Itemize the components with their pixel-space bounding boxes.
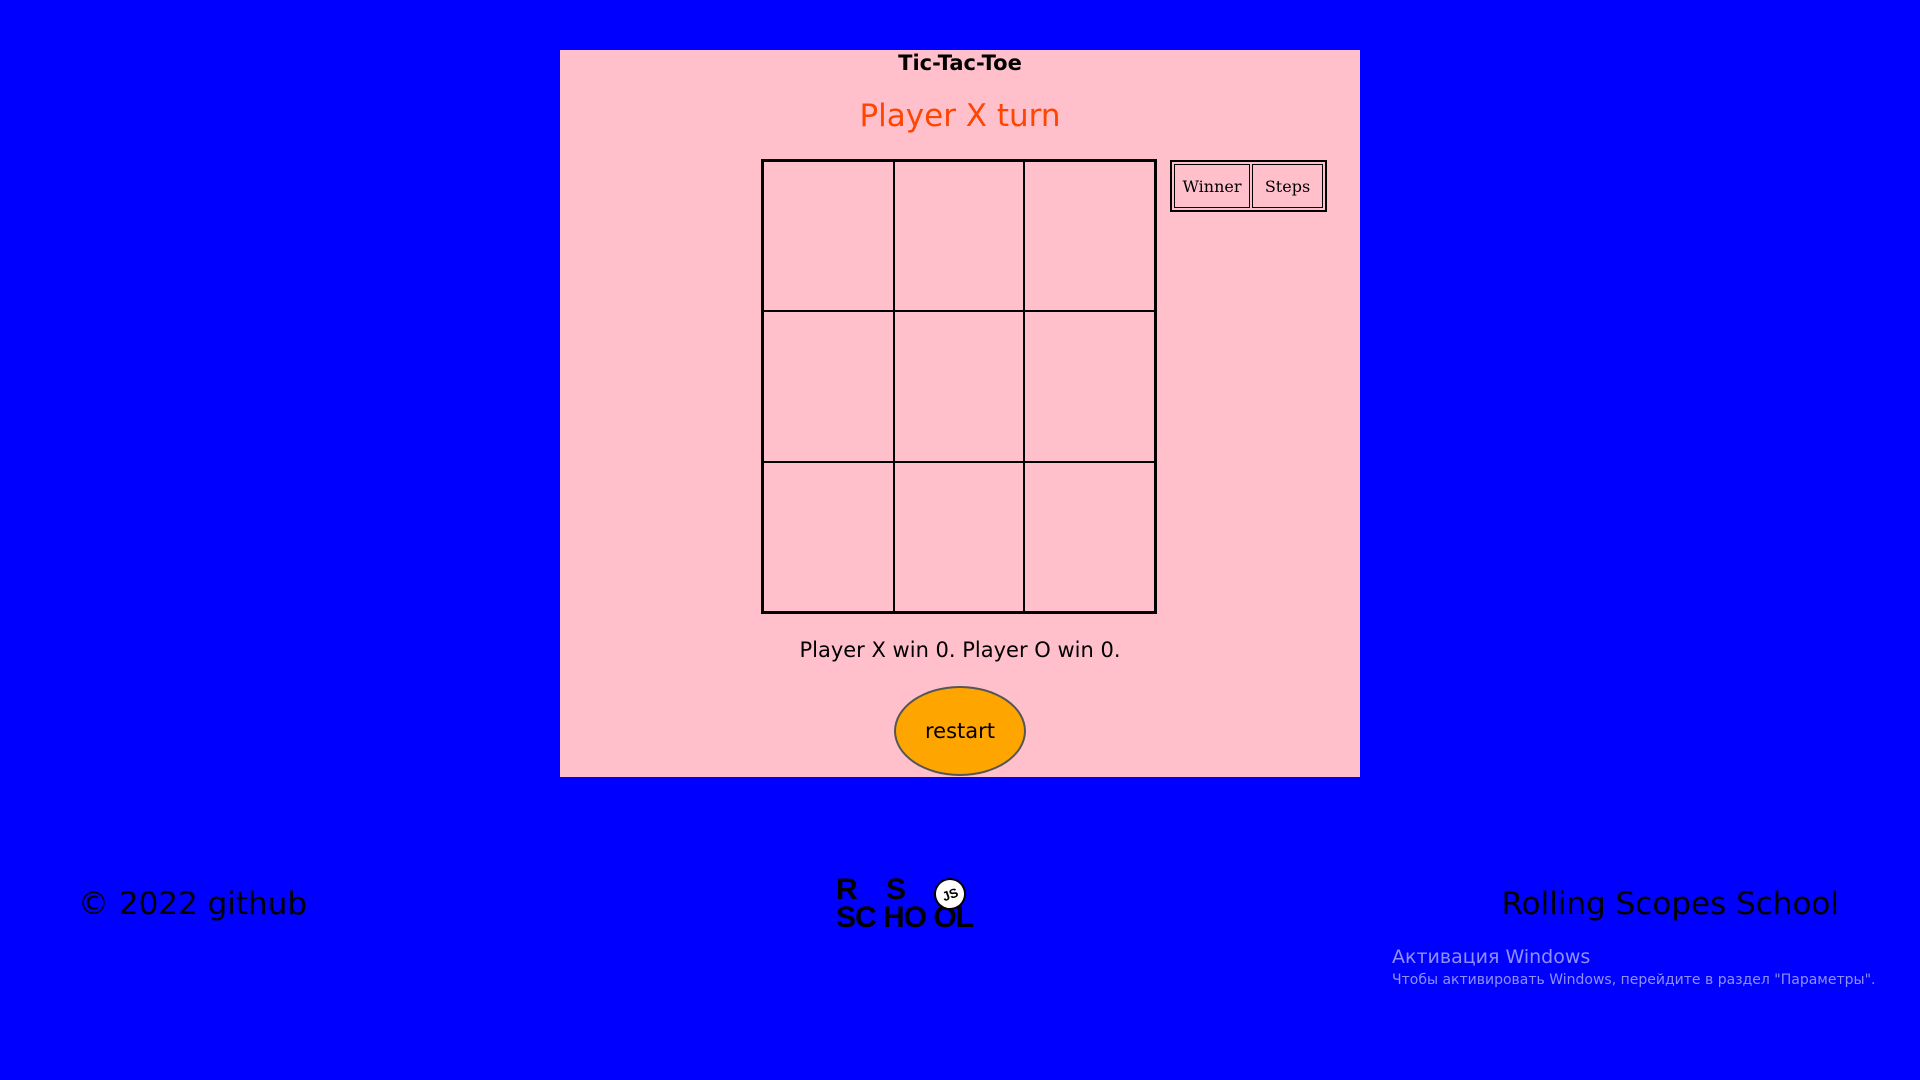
- watermark-subtitle: Чтобы активировать Windows, перейдите в …: [1392, 972, 1876, 988]
- turn-status: Player X turn: [859, 98, 1061, 134]
- board-cell[interactable]: [893, 311, 1025, 462]
- board-cell[interactable]: [763, 161, 894, 312]
- board-cell[interactable]: [1024, 311, 1155, 462]
- game-board: [761, 159, 1157, 614]
- board-cell[interactable]: [893, 461, 1025, 612]
- board-cell[interactable]: [1024, 161, 1155, 312]
- board-cell[interactable]: [763, 461, 894, 612]
- logo-row-top: R S: [836, 873, 906, 906]
- board-cell[interactable]: [763, 311, 894, 462]
- game-title: Tic-Tac-Toe: [898, 51, 1022, 75]
- board-cell[interactable]: [1024, 461, 1155, 612]
- windows-activation-watermark: Активация Windows Чтобы активировать Win…: [1392, 946, 1875, 988]
- board-cell[interactable]: [893, 161, 1025, 312]
- rs-school-logo[interactable]: R S SC HO OL JS: [836, 873, 992, 936]
- results-header-winner: Winner: [1174, 164, 1250, 208]
- game-panel: Tic-Tac-Toe Player X turn Winner Steps P…: [560, 50, 1360, 777]
- watermark-title: Активация Windows: [1392, 946, 1591, 968]
- results-header-steps: Steps: [1252, 164, 1323, 208]
- footer-github-link[interactable]: © 2022 github: [78, 886, 307, 922]
- restart-button[interactable]: restart: [894, 686, 1026, 776]
- score-line: Player X win 0. Player O win 0.: [799, 638, 1121, 662]
- results-table: Winner Steps: [1170, 160, 1327, 212]
- footer-school-name: Rolling Scopes School: [1501, 886, 1840, 922]
